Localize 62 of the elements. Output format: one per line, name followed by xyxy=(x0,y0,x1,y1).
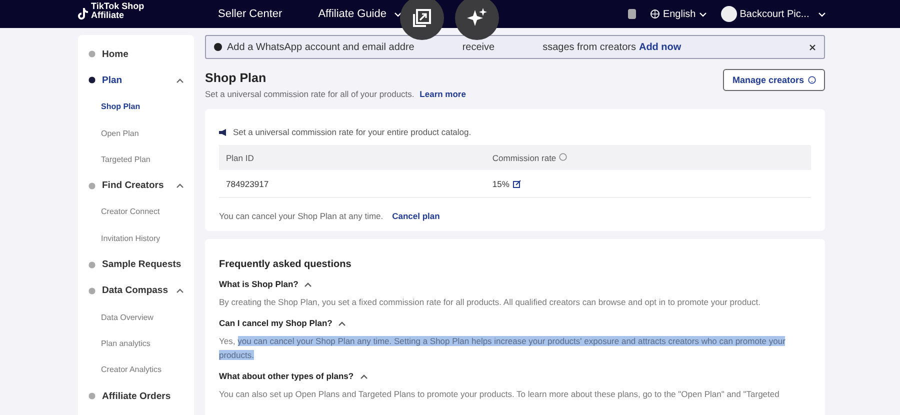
sidebar-subitem[interactable]: Shop Plan xyxy=(78,94,194,120)
sidebar-subitem[interactable]: Creator Connect xyxy=(78,198,194,226)
banner-text: ssages from creators xyxy=(542,42,636,52)
edit-icon[interactable] xyxy=(513,180,522,188)
sidebar-subitem[interactable]: Open Plan xyxy=(78,120,194,146)
caret-icon xyxy=(176,288,184,294)
banner-text: Add a WhatsApp account and email addre xyxy=(227,42,414,52)
nav-link[interactable]: Seller Center xyxy=(218,8,282,20)
sidebar-subitem[interactable]: Creator Analytics xyxy=(78,356,194,383)
add-now-link[interactable]: Add now xyxy=(638,42,682,52)
megaphone-icon xyxy=(219,128,228,136)
account-name[interactable]: Backcourt Pic... xyxy=(740,8,810,20)
avatar xyxy=(720,6,737,22)
sidebar-item[interactable]: Home xyxy=(78,41,194,68)
circle-icon xyxy=(88,50,96,58)
caret-icon[interactable] xyxy=(360,374,368,378)
info-icon xyxy=(214,43,222,51)
circle-icon xyxy=(88,286,96,295)
circle-icon xyxy=(88,260,96,269)
caret-icon xyxy=(176,78,184,83)
globe-icon xyxy=(650,9,660,19)
column-header: Plan ID xyxy=(219,145,486,170)
learn-more-link[interactable]: Learn more xyxy=(420,89,466,99)
table-cell: 15% xyxy=(492,178,510,188)
sidebar-subitem[interactable]: Targeted Plan xyxy=(78,146,194,172)
music-note-icon xyxy=(78,8,88,20)
manage-creators-button[interactable]: Manage creators xyxy=(723,69,825,91)
circle-icon xyxy=(88,76,96,84)
caret-icon xyxy=(176,183,184,188)
banner-text: receive xyxy=(462,42,495,52)
circle-icon xyxy=(88,392,96,400)
cancel-plan-link[interactable]: Cancel plan xyxy=(392,211,440,221)
caret-icon xyxy=(818,12,826,16)
sidebar-subitem[interactable]: Plan analytics xyxy=(78,330,194,357)
caret-icon xyxy=(698,12,707,16)
copy-icon xyxy=(412,8,432,28)
circle-icon xyxy=(88,182,96,190)
faq-title: Frequently asked questions xyxy=(219,259,352,270)
sidebar-item[interactable]: Sample Requests xyxy=(78,251,194,278)
caret-icon[interactable] xyxy=(338,320,346,326)
faq-question[interactable]: What is Shop Plan? xyxy=(219,279,298,289)
page-title: Shop Plan xyxy=(205,71,268,85)
sidebar-subitem[interactable]: Data Overview xyxy=(78,304,194,330)
sidebar-item[interactable]: Data Compass xyxy=(78,278,194,304)
column-header: Commission rate xyxy=(485,145,811,170)
page-subtitle: Set a universal commission rate for all of your products. xyxy=(205,89,414,99)
logo-text: TikTok Shop xyxy=(91,2,144,11)
caret-icon[interactable] xyxy=(304,282,312,286)
faq-question[interactable]: What about other types of plans? xyxy=(219,371,354,381)
logo-text: Affiliate xyxy=(91,11,124,20)
language-selector[interactable]: English xyxy=(662,8,696,20)
sidebar-item[interactable]: Plan xyxy=(78,67,194,94)
cancel-note: You can cancel your Shop Plan at any time. xyxy=(219,211,384,221)
faq-question[interactable]: Can I cancel my Shop Plan? xyxy=(219,318,332,328)
faq-answer: By creating the Shop Plan, you set a fixed commission rate for all products. All qualified creators can browse and opt in to promote your product. xyxy=(219,296,762,309)
table-cell: 784923917 xyxy=(226,178,269,188)
sidebar-item[interactable]: Affiliate Orders xyxy=(78,382,194,410)
sidebar-item[interactable]: Find Creators xyxy=(78,172,194,199)
notice-text: Set a universal commission rate for your entire product catalog. xyxy=(233,127,472,137)
close-icon[interactable] xyxy=(809,44,816,50)
sidebar-subitem[interactable]: Invitation History xyxy=(78,225,194,252)
faq-answer: You can also set up Open Plans and Targeted Plans to promote your products. To learn more about these plans, go to the "Open Plan" and "Targeted xyxy=(219,388,780,401)
